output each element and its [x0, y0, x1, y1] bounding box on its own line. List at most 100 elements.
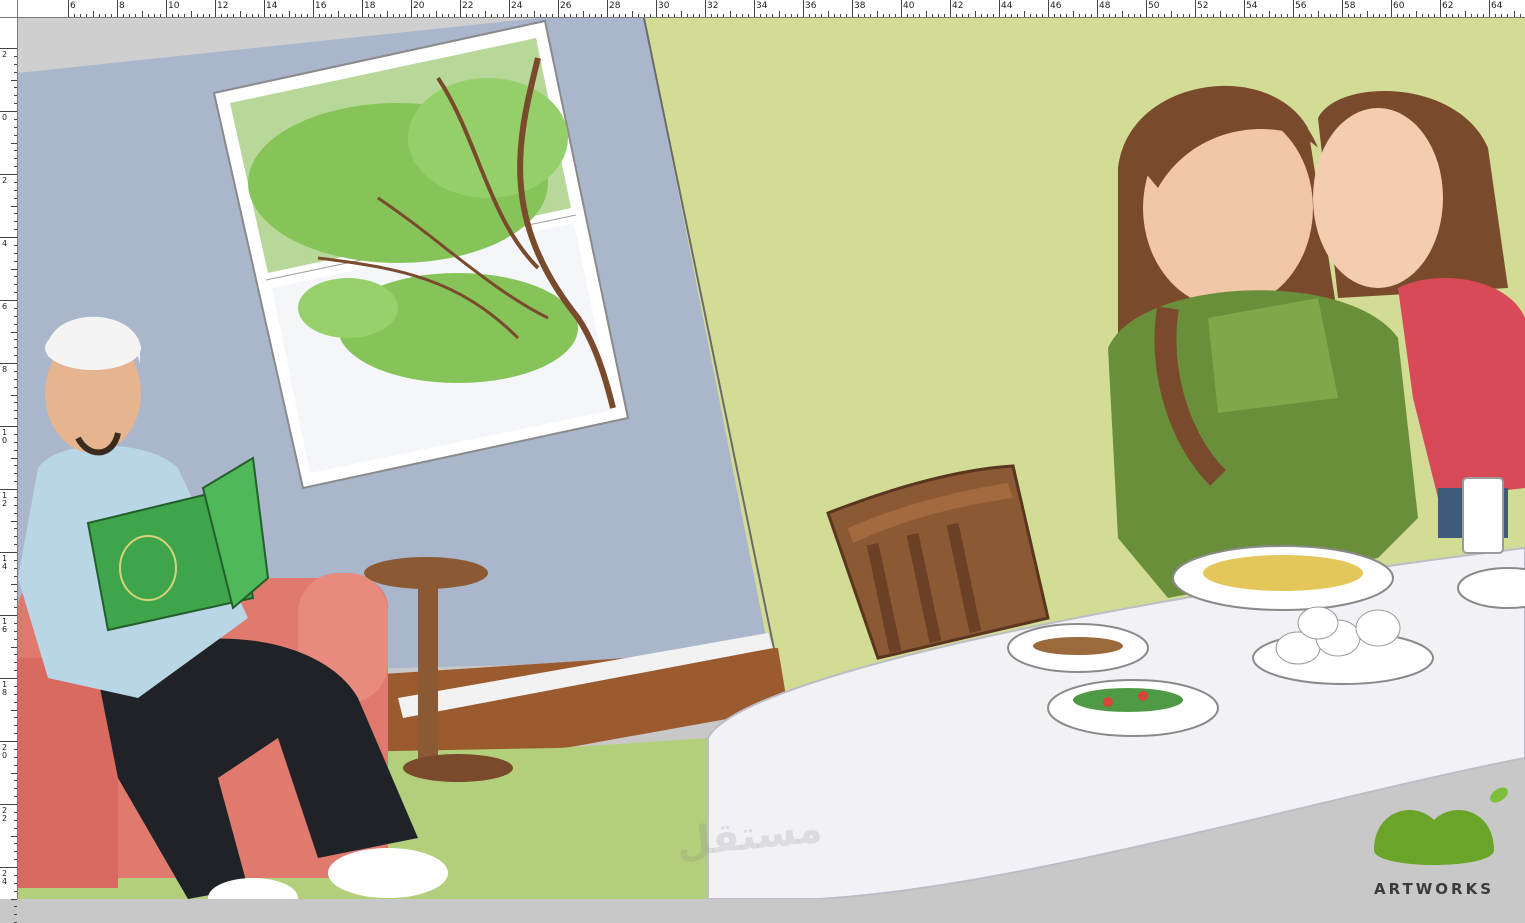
ruler-top-minor-tick [986, 14, 988, 17]
ruler-top-minor-tick [1170, 11, 1172, 17]
ruler-top-minor-tick [1427, 14, 1429, 17]
ruler-top-minor-tick [643, 14, 645, 17]
ruler-top-label: 34 [756, 1, 768, 11]
ruler-top-minor-tick [1041, 14, 1043, 17]
ruler-top-minor-tick [625, 14, 627, 17]
ruler-left-minor-tick [14, 347, 17, 349]
ruler-top-tick [215, 0, 216, 17]
ruler-top-minor-tick [1348, 14, 1350, 17]
ruler-top-minor-tick [288, 11, 290, 17]
ruler-top-minor-tick [300, 14, 302, 17]
ruler-top-minor-tick [888, 14, 890, 17]
ruler-top-minor-tick [80, 14, 82, 17]
ruler-top-minor-tick [564, 14, 566, 17]
ruler-left-minor-tick [14, 465, 17, 467]
ruler-top-tick [852, 0, 853, 17]
ruler-left-tick [0, 804, 17, 805]
ruler-top-label: 38 [854, 1, 866, 11]
ruler-top-minor-tick [1384, 14, 1386, 17]
ruler-top-minor-tick [974, 11, 976, 17]
ruler-top-minor-tick [1470, 14, 1472, 17]
ruler-top-label: 36 [805, 1, 817, 11]
ruler-top-tick [950, 0, 951, 17]
ruler-left-minor-tick [14, 819, 17, 821]
plate-soup [1007, 623, 1149, 673]
ruler-left-tick [0, 615, 17, 616]
ruler-top-tick [1146, 0, 1147, 17]
ruler-top-minor-tick [404, 14, 406, 17]
ruler-top-minor-tick [1378, 14, 1380, 17]
ruler-left-minor-tick [14, 284, 17, 286]
ruler-top[interactable]: 6 8 10 12 14 16 18 20 22 24 26 28 30 32 34 36 38 40 42 44 46… [0, 0, 1525, 18]
ruler-top-minor-tick [1072, 11, 1074, 17]
ruler-top-minor-tick [1127, 14, 1129, 17]
ruler-top-minor-tick [539, 14, 541, 17]
ruler-left-minor-tick [11, 646, 17, 648]
ruler-top-minor-tick [1188, 14, 1190, 17]
ruler-top-tick [1048, 0, 1049, 17]
ruler-top-minor-tick [251, 14, 253, 17]
ruler-top-tick [558, 0, 559, 17]
ruler-left-tick [0, 111, 17, 112]
ruler-top-minor-tick [1421, 14, 1423, 17]
ruler-left-minor-tick [14, 796, 17, 798]
ruler-left-minor-tick [14, 213, 17, 215]
ruler-top-minor-tick [496, 14, 498, 17]
ruler-left-minor-tick [14, 118, 17, 120]
ruler-left-minor-tick [14, 693, 17, 695]
ruler-left-minor-tick [14, 591, 17, 593]
ruler-top-label: 10 [168, 1, 180, 11]
ruler-top-minor-tick [1250, 14, 1252, 17]
ruler-left-minor-tick [14, 685, 17, 687]
ruler-top-minor-tick [239, 11, 241, 17]
ruler-top-minor-tick [92, 11, 94, 17]
ruler-left-label: 20 [2, 743, 8, 760]
ruler-top-tick [754, 0, 755, 17]
ruler-top-minor-tick [472, 14, 474, 17]
ruler-left-label: 0 [2, 113, 8, 122]
ruler-top-label: 6 [70, 1, 76, 11]
ruler-top-label: 22 [462, 1, 474, 11]
ruler-left-label: 2 [2, 50, 8, 59]
ruler-left[interactable]: 2 0 2 4 6 8 10 12 14 16 18 20 22 24 [0, 18, 18, 923]
ruler-left-minor-tick [14, 567, 17, 569]
ruler-left-minor-tick [14, 87, 17, 89]
ruler-top-minor-tick [1507, 14, 1509, 17]
ruler-left-minor-tick [14, 63, 17, 65]
ruler-top-minor-tick [245, 14, 247, 17]
ruler-left-minor-tick [11, 142, 17, 144]
ruler-left-minor-tick [14, 410, 17, 412]
ruler-top-minor-tick [1225, 14, 1227, 17]
ruler-top-minor-tick [686, 14, 688, 17]
ruler-top-minor-tick [276, 14, 278, 17]
ruler-top-minor-tick [809, 14, 811, 17]
ruler-top-minor-tick [894, 14, 896, 17]
ruler-top-minor-tick [637, 14, 639, 17]
ruler-top-label: 54 [1246, 1, 1258, 11]
ruler-left-minor-tick [14, 906, 17, 908]
ruler-left-label: 14 [2, 554, 8, 571]
ruler-left-minor-tick [14, 512, 17, 514]
ruler-left-minor-tick [14, 882, 17, 884]
ruler-top-minor-tick [1152, 14, 1154, 17]
ruler-left-minor-tick [14, 95, 17, 97]
ruler-top-tick [1195, 0, 1196, 17]
ruler-left-minor-tick [14, 851, 17, 853]
canvas-area[interactable]: مستقل ARTWORKS [18, 18, 1525, 899]
ruler-left-label: 2 [2, 176, 8, 185]
ruler-top-minor-tick [337, 11, 339, 17]
ruler-top-minor-tick [741, 14, 743, 17]
ruler-top-tick [313, 0, 314, 17]
ruler-left-minor-tick [11, 268, 17, 270]
ruler-left-minor-tick [14, 150, 17, 152]
ruler-top-minor-tick [992, 14, 994, 17]
ruler-top-minor-tick [306, 14, 308, 17]
logo-text: ARTWORKS [1374, 880, 1494, 898]
ruler-top-minor-tick [766, 14, 768, 17]
ruler-top-minor-tick [919, 14, 921, 17]
ruler-top-minor-tick [821, 14, 823, 17]
ruler-top-minor-tick [343, 14, 345, 17]
ruler-top-label: 26 [560, 1, 572, 11]
ruler-top-minor-tick [527, 14, 529, 17]
ruler-top-label: 40 [903, 1, 915, 11]
